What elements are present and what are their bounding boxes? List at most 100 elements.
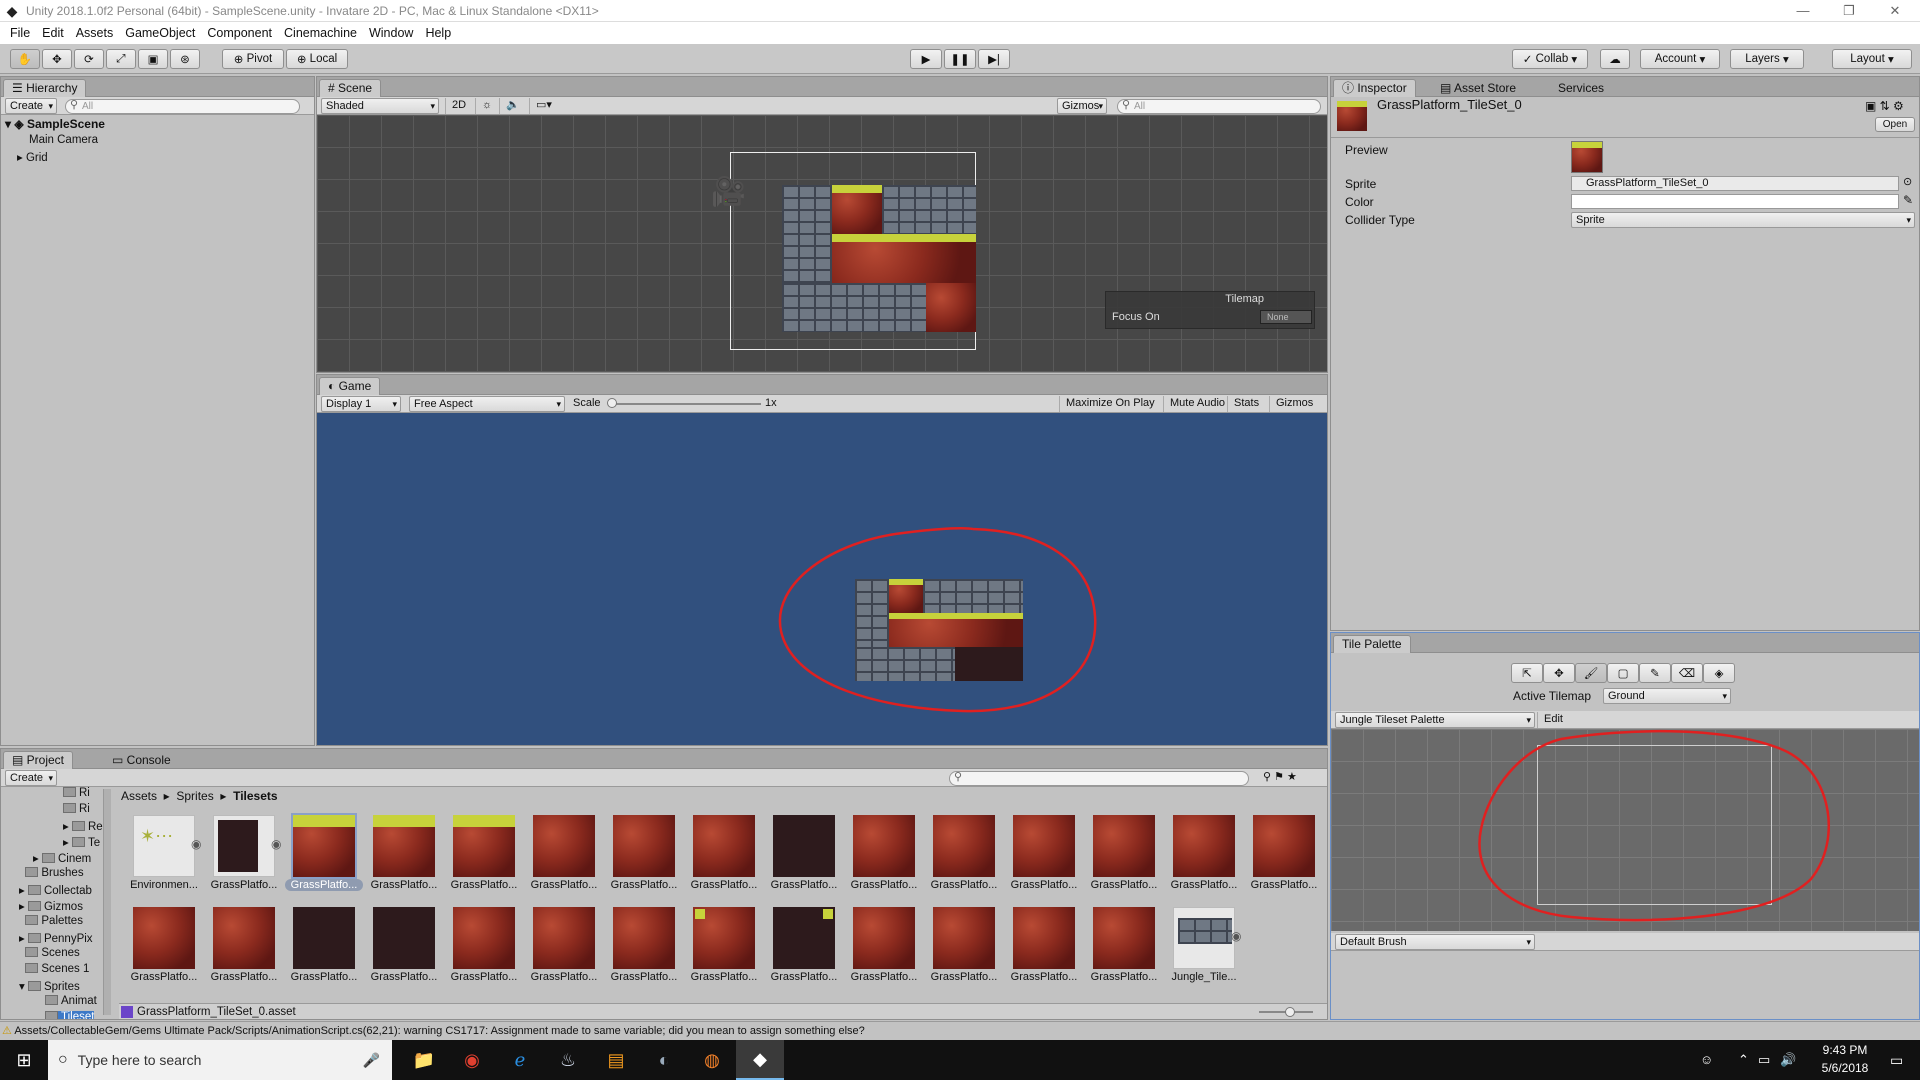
active-tilemap-dropdown[interactable]: Ground [1603, 688, 1731, 704]
tab-game[interactable]: ◐ Game [319, 377, 381, 395]
asset-thumb[interactable] [373, 907, 435, 969]
tree-item[interactable]: Ri [63, 803, 90, 815]
mute-audio-toggle[interactable]: Mute Audio [1163, 396, 1231, 412]
asset-thumb[interactable] [773, 907, 835, 969]
app-icon[interactable]: ◐ [640, 1040, 688, 1080]
scale-tool-icon[interactable]: ⤢ [106, 49, 136, 69]
local-button[interactable]: ⊕ Local [286, 49, 348, 69]
tray-chevron-icon[interactable]: ⌃ [1738, 1052, 1749, 1068]
asset-thumb[interactable] [933, 815, 995, 877]
pause-icon[interactable]: ❚❚ [944, 49, 976, 69]
hierarchy-item-main-camera[interactable]: Main Camera [29, 134, 98, 146]
asset-thumb[interactable] [773, 815, 835, 877]
tree-item[interactable]: ▸ PennyPix [19, 931, 93, 945]
tree-item[interactable]: ▸ Cinem [33, 851, 91, 865]
scale-slider[interactable] [611, 403, 761, 405]
asset-thumb-tileset-sheet[interactable] [213, 815, 275, 877]
scene-tilemap[interactable] [782, 185, 976, 332]
file-explorer-icon[interactable]: 📁 [400, 1040, 448, 1080]
project-search-input[interactable] [949, 771, 1249, 786]
microphone-icon[interactable]: 🎤 [363, 1052, 380, 1069]
object-picker-icon[interactable]: ⊙ [1903, 175, 1912, 188]
brush-dropdown[interactable]: Default Brush [1335, 934, 1535, 950]
asset-thumb[interactable] [533, 815, 595, 877]
box-fill-tool-icon[interactable]: ▢ [1607, 663, 1639, 683]
account-dropdown[interactable]: Account ▾ [1640, 49, 1720, 69]
shading-dropdown[interactable]: Shaded [321, 98, 439, 114]
game-gizmos-dropdown[interactable]: Gizmos [1269, 396, 1327, 412]
steam-icon[interactable]: ♨ [544, 1040, 592, 1080]
eraser-tool-icon[interactable]: ⌫ [1671, 663, 1703, 683]
collab-button[interactable]: ✓ Collab ▾ [1512, 49, 1588, 69]
asset-thumb[interactable] [853, 907, 915, 969]
lighting-icon[interactable]: ☼ [475, 98, 498, 114]
tree-item[interactable]: ▸ Gizmos [19, 899, 83, 913]
menu-window[interactable]: Window [363, 22, 419, 44]
menu-component[interactable]: Component [201, 22, 278, 44]
inspector-header-icons[interactable]: ▣ ⇅ ⚙ [1865, 99, 1904, 113]
breadcrumb-tilesets[interactable]: Tilesets [233, 789, 277, 803]
2d-toggle[interactable]: 2D [445, 98, 472, 114]
restore-icon[interactable]: ❐ [1826, 0, 1872, 22]
unity-taskbar-icon[interactable]: ◆ [736, 1040, 784, 1080]
cloud-icon[interactable]: ☁ [1600, 49, 1630, 69]
focus-on-dropdown[interactable]: None [1260, 310, 1312, 324]
hierarchy-search-input[interactable]: All [65, 99, 300, 114]
asset-thumb[interactable] [693, 815, 755, 877]
camera-gizmo-icon[interactable]: 🎥 [711, 178, 746, 206]
asset-thumb-environment[interactable]: ✶⋯ [133, 815, 195, 877]
scene-viewport[interactable]: 🎥 Tilemap Focus On None [317, 115, 1327, 372]
effects-icon[interactable]: ▭▾ [529, 98, 558, 114]
aspect-dropdown[interactable]: Free Aspect [409, 396, 565, 412]
palette-edit-button[interactable]: Edit [1537, 712, 1569, 728]
fill-tool-icon[interactable]: ◈ [1703, 663, 1735, 683]
asset-thumb[interactable] [293, 907, 355, 969]
layout-dropdown[interactable]: Layout ▾ [1832, 49, 1912, 69]
taskbar-search-box[interactable]: ○ Type here to search 🎤 [48, 1040, 392, 1080]
clock-date[interactable]: 5/6/2018 [1810, 1061, 1880, 1075]
sublime-icon[interactable]: ▤ [592, 1040, 640, 1080]
tab-project[interactable]: ▤ Project [3, 751, 74, 769]
move-tool-icon[interactable]: ✥ [1543, 663, 1575, 683]
notifications-icon[interactable]: ▭ [1890, 1052, 1903, 1069]
clock-time[interactable]: 9:43 PM [1810, 1043, 1880, 1057]
menu-file[interactable]: File [4, 22, 36, 44]
scale-slider-thumb[interactable] [607, 398, 617, 408]
expand-arrow-icon[interactable]: ◉ [191, 837, 201, 851]
tab-asset-store[interactable]: ▤ Asset Store [1431, 79, 1525, 97]
brush-tool-icon[interactable]: 🖌 [1575, 663, 1607, 683]
asset-thumb[interactable] [1013, 815, 1075, 877]
minimize-icon[interactable]: — [1780, 0, 1826, 22]
edge-icon[interactable]: ℯ [496, 1040, 544, 1080]
tab-inspector[interactable]: ⓘ Inspector [1333, 79, 1416, 97]
menu-gameobject[interactable]: GameObject [119, 22, 201, 44]
tree-item[interactable]: ▸ Te [63, 835, 100, 849]
menu-assets[interactable]: Assets [70, 22, 120, 44]
asset-thumb[interactable] [1253, 815, 1315, 877]
hierarchy-create-dropdown[interactable]: Create [5, 98, 57, 114]
breadcrumb-sprites[interactable]: Sprites [176, 789, 213, 803]
tab-console[interactable]: ▭ Console [103, 751, 180, 769]
rotate-tool-icon[interactable]: ⟳ [74, 49, 104, 69]
breadcrumb-assets[interactable]: Assets [121, 789, 157, 803]
pivot-button[interactable]: ⊕ Pivot [222, 49, 284, 69]
transform-tool-icon[interactable]: ⊛ [170, 49, 200, 69]
stats-toggle[interactable]: Stats [1227, 396, 1265, 412]
project-create-dropdown[interactable]: Create [5, 770, 57, 786]
hand-tool-icon[interactable]: ✋ [10, 49, 40, 69]
tree-item[interactable]: Ri [63, 787, 90, 799]
tree-item[interactable]: ▸ Re [63, 819, 103, 833]
collider-type-dropdown[interactable]: Sprite [1571, 212, 1915, 228]
tree-item-selected[interactable]: Tileset [45, 1011, 95, 1019]
tree-item[interactable]: Palettes [19, 915, 83, 927]
asset-thumb[interactable] [613, 815, 675, 877]
sprite-field[interactable]: GrassPlatform_TileSet_0 [1571, 176, 1899, 191]
blender-icon[interactable]: ◍ [688, 1040, 736, 1080]
picker-tool-icon[interactable]: ✎ [1639, 663, 1671, 683]
expand-arrow-icon[interactable]: ◉ [1231, 929, 1241, 943]
tree-item[interactable]: Scenes 1 [19, 963, 89, 975]
scene-search-input[interactable]: All [1117, 99, 1321, 114]
tab-scene[interactable]: # Scene [319, 79, 382, 97]
asset-thumb[interactable] [213, 907, 275, 969]
volume-icon[interactable]: 🔊 [1780, 1052, 1796, 1068]
